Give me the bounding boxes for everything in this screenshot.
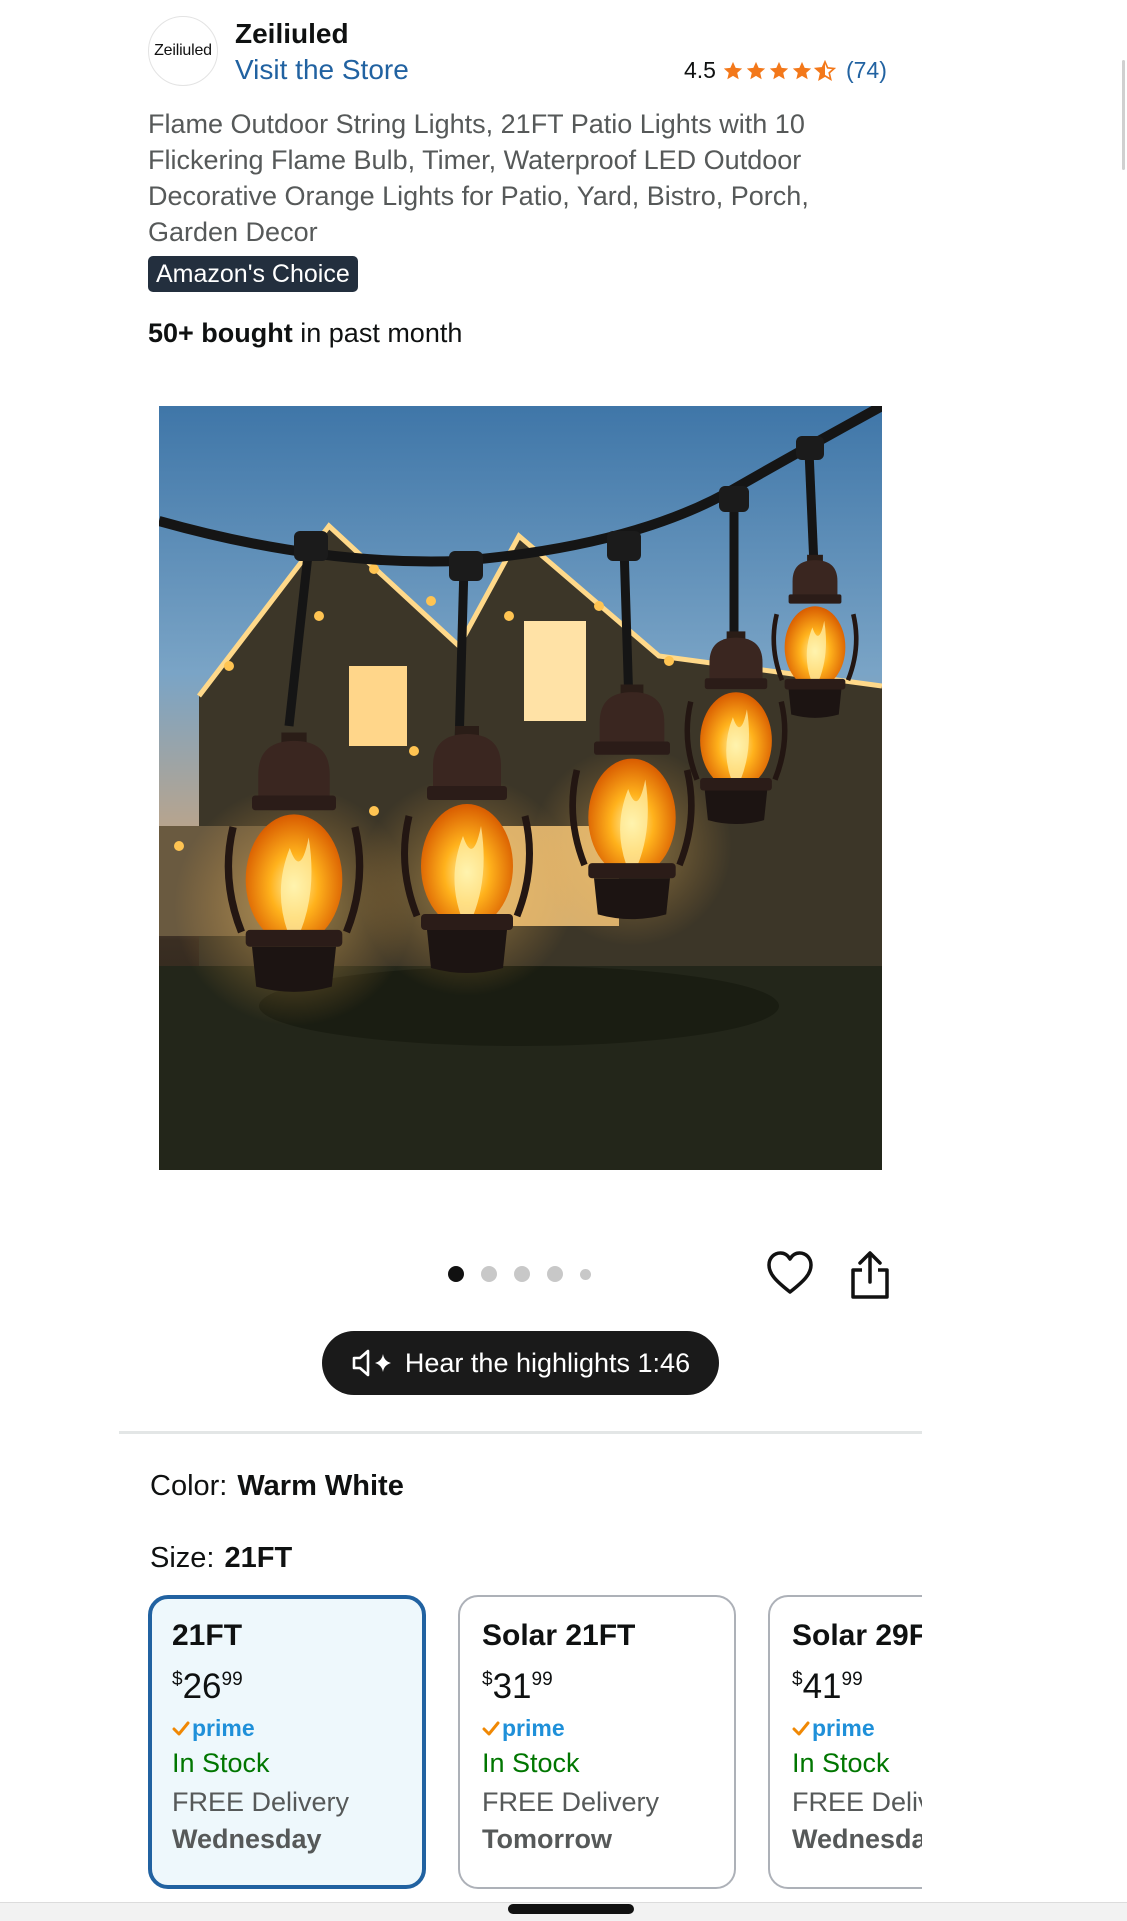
prime-label: prime	[812, 1715, 875, 1741]
color-selection: Color: Warm White	[150, 1470, 404, 1503]
bought-in-past-month: 50+ bought in past month	[148, 318, 462, 349]
amazons-choice-badge: Amazon's Choice	[148, 256, 358, 292]
product-image[interactable]	[159, 406, 882, 1170]
image-carousel-dots[interactable]	[448, 1266, 591, 1282]
hear-highlights-label: Hear the highlights 1:46	[404, 1347, 691, 1378]
rating-count[interactable]: (74)	[846, 57, 887, 84]
carousel-dot[interactable]	[580, 1268, 591, 1280]
variant-price: $4199	[792, 1667, 922, 1707]
star-rating	[722, 59, 836, 82]
visit-store-link[interactable]: Visit the Store	[235, 54, 409, 86]
audio-sparkle-icon	[352, 1349, 391, 1377]
variant-card[interactable]: Solar 21FT $3199 prime In Stock FREE Deliver…	[458, 1595, 736, 1889]
bought-count: 50+ bought	[148, 318, 293, 348]
price-currency: $	[172, 1669, 183, 1690]
prime-badge: prime	[482, 1715, 734, 1742]
product-title: Flame Outdoor String Lights, 21FT Patio …	[148, 109, 809, 247]
carousel-dot[interactable]	[547, 1266, 563, 1282]
share-icon[interactable]	[848, 1250, 892, 1300]
prime-check-icon	[172, 1721, 190, 1735]
prime-label: prime	[192, 1715, 255, 1741]
prime-label: prime	[502, 1715, 565, 1741]
price-whole: 26	[182, 1667, 222, 1706]
stock-status: In Stock	[482, 1748, 580, 1778]
hear-highlights-button[interactable]: Hear the highlights 1:46	[322, 1331, 719, 1395]
star-full-icon	[792, 61, 812, 79]
delivery-label: FREE Delivery	[172, 1787, 350, 1817]
variant-name: 21FT	[172, 1619, 243, 1652]
size-value: 21FT	[224, 1542, 293, 1574]
size-variants-carousel[interactable]: 21FT $2699 prime In Stock FREE Delivery Wedne…	[148, 1595, 922, 1895]
price-cents: 99	[221, 1669, 243, 1690]
star-full-icon	[723, 61, 743, 79]
rating-value: 4.5	[684, 57, 716, 83]
brand-name[interactable]: Zeiliuled	[235, 18, 349, 50]
lantern-string-lights-image	[159, 406, 882, 1170]
brand-logo[interactable]: Zeiliuled	[148, 16, 218, 86]
carousel-dot[interactable]	[448, 1266, 464, 1282]
price-whole: 31	[492, 1667, 532, 1706]
price-whole: 41	[802, 1667, 842, 1706]
variant-name: Solar 29FT	[792, 1619, 922, 1652]
prime-check-icon	[482, 1721, 500, 1735]
variant-card[interactable]: Solar 29FT $4199 prime In Stock FREE Deliver…	[768, 1595, 922, 1889]
variant-price: $2699	[172, 1667, 422, 1707]
variant-name: Solar 21FT	[482, 1619, 636, 1652]
price-cents: 99	[841, 1669, 863, 1690]
color-value: Warm White	[237, 1470, 404, 1502]
delivery-label: FREE Delivery	[792, 1787, 922, 1817]
divider	[119, 1431, 922, 1434]
price-currency: $	[792, 1669, 803, 1690]
delivery-day: Wednesday	[792, 1824, 922, 1854]
star-full-icon	[769, 61, 789, 79]
home-indicator[interactable]	[508, 1904, 634, 1914]
bought-period: in past month	[292, 318, 463, 348]
variant-card[interactable]: 21FT $2699 prime In Stock FREE Delivery Wedne…	[148, 1595, 426, 1889]
price-cents: 99	[531, 1669, 553, 1690]
variant-price: $3199	[482, 1667, 734, 1707]
delivery-day: Tomorrow	[482, 1824, 612, 1854]
price-currency: $	[482, 1669, 493, 1690]
prime-check-icon	[792, 1721, 810, 1735]
size-selection: Size: 21FT	[150, 1542, 292, 1575]
star-full-icon	[746, 61, 766, 79]
prime-badge: prime	[792, 1715, 922, 1742]
carousel-dot[interactable]	[514, 1266, 530, 1282]
size-label: Size:	[150, 1542, 215, 1574]
star-half-icon	[813, 59, 836, 81]
delivery-day: Wednesday	[172, 1824, 322, 1854]
prime-badge: prime	[172, 1715, 422, 1742]
delivery-label: FREE Delivery	[482, 1787, 660, 1817]
scrollbar[interactable]	[1122, 60, 1125, 170]
stock-status: In Stock	[792, 1748, 890, 1778]
stock-status: In Stock	[172, 1748, 270, 1778]
heart-icon[interactable]	[766, 1250, 814, 1296]
color-label: Color:	[150, 1470, 228, 1502]
rating[interactable]: 4.5 (74)	[684, 57, 887, 84]
brand-logo-text: Zeiliuled	[154, 42, 212, 59]
carousel-dot[interactable]	[481, 1266, 497, 1282]
